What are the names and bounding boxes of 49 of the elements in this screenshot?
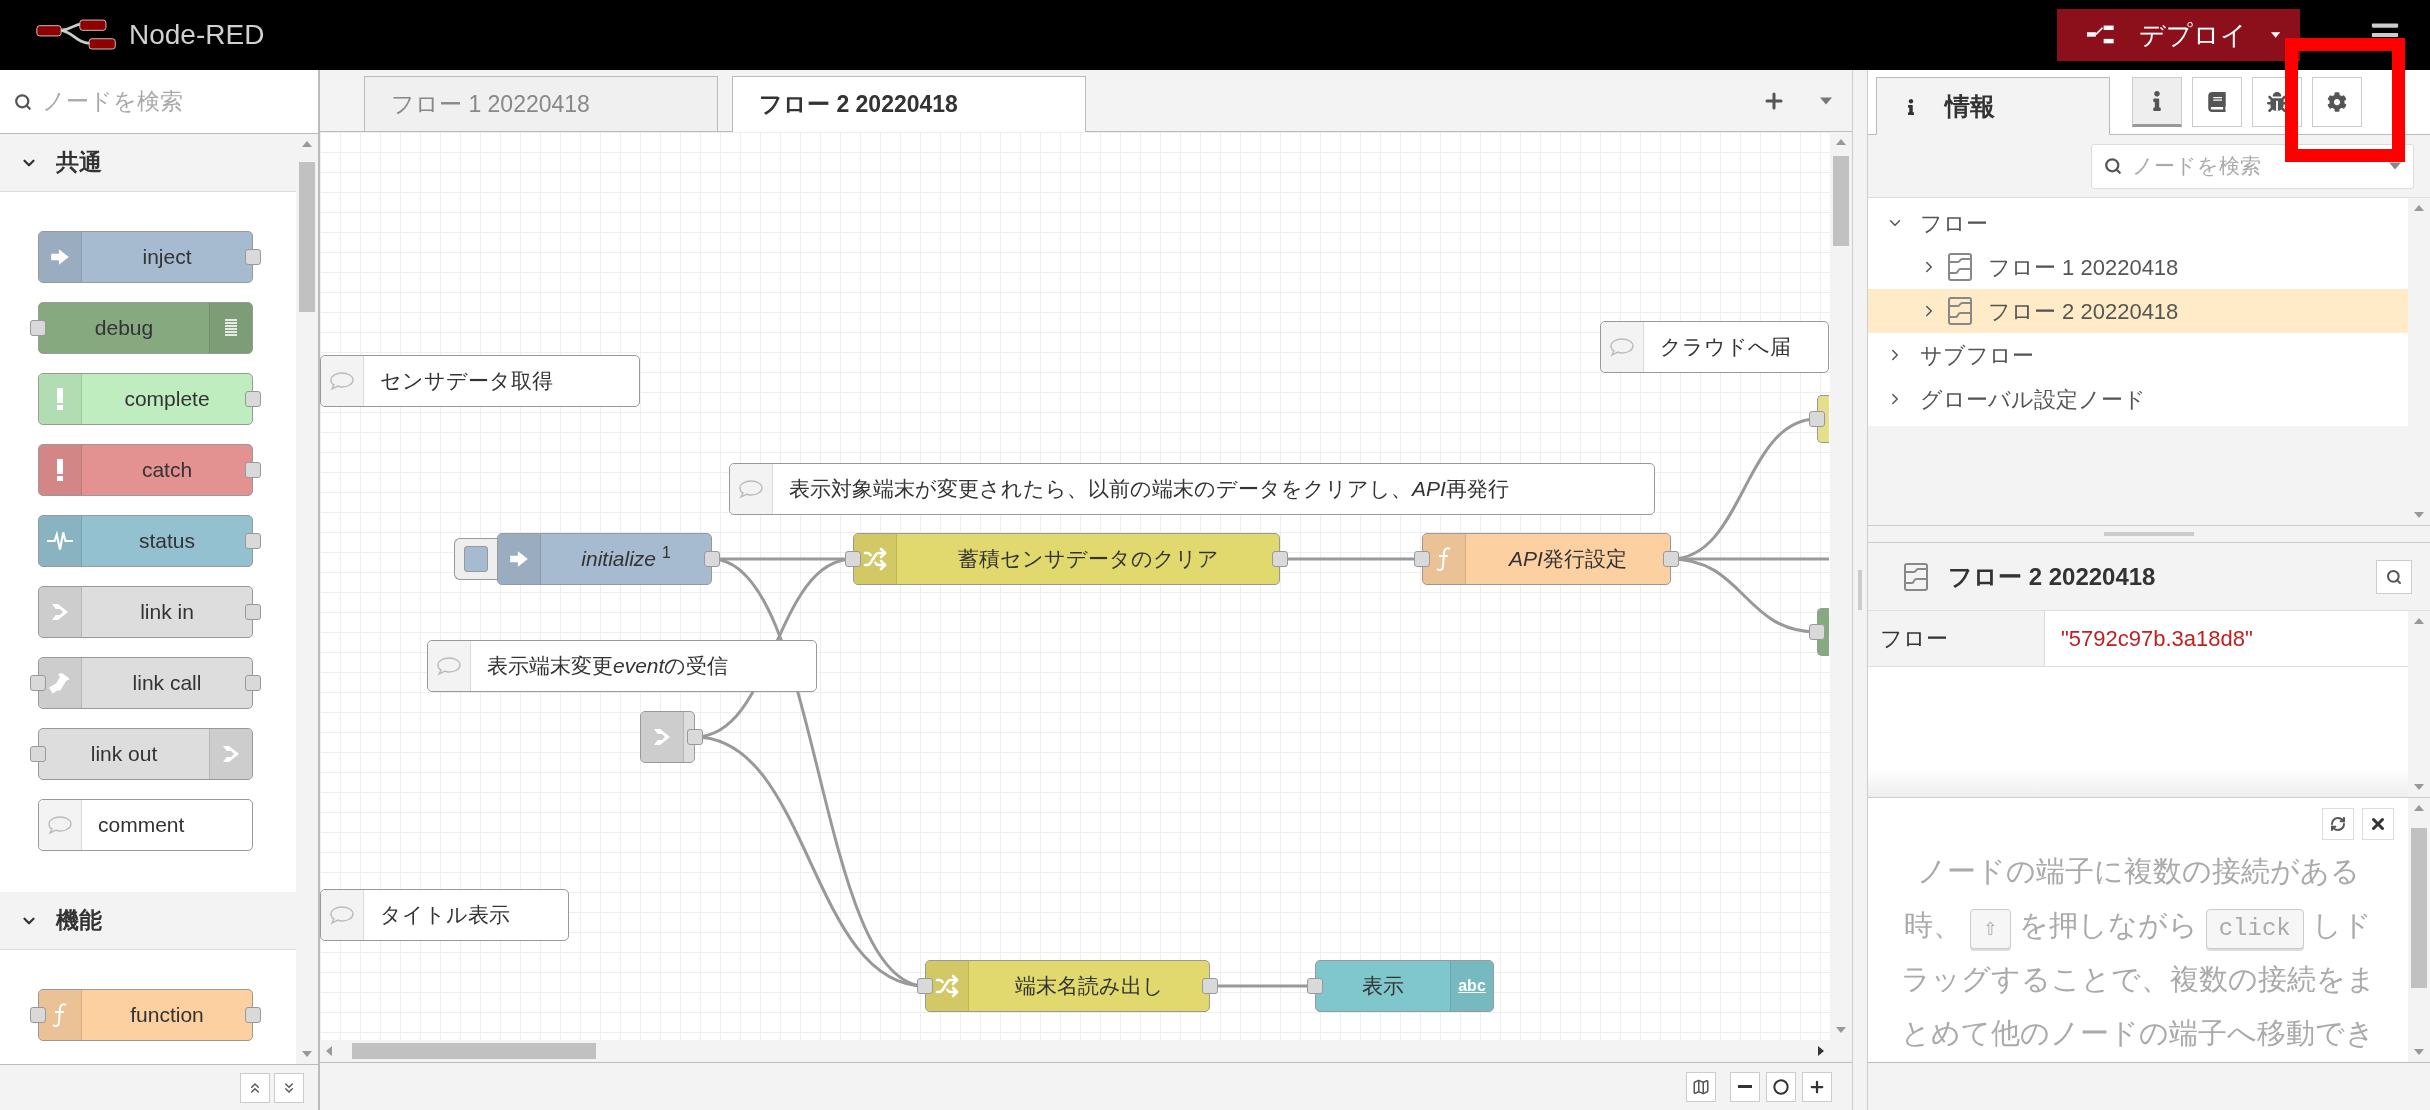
tree-item[interactable]: フロー 1 20220418 — [1868, 245, 2408, 289]
node-label: クラウドへ届 — [1659, 334, 1792, 361]
node-label: タイトル表示 — [379, 902, 511, 929]
tree-label: フロー 2 20220418 — [1988, 297, 2179, 326]
node-label: センサデータ取得 — [379, 368, 554, 395]
node-label: 蓄積センサデータのクリア — [956, 546, 1220, 573]
search-field[interactable]: ノードを検索 — [0, 70, 318, 134]
tree-label: フロー — [1920, 209, 1988, 238]
tree-item[interactable]: グローバル設定ノード — [1868, 377, 2408, 421]
comment-node[interactable]: タイトル表示 — [320, 889, 569, 941]
search-input[interactable]: ノードを検索 — [42, 84, 304, 119]
comment-node[interactable]: クラウドへ届 — [1600, 321, 1829, 373]
sidebar-tab[interactable]: 情報 — [1876, 77, 2110, 135]
comment-node[interactable]: 表示対象端末が変更されたら、以前の端末のデータをクリアし、API再発行 — [729, 463, 1655, 515]
node-label: link in — [139, 599, 195, 626]
tree-item[interactable]: フロー — [1868, 201, 2408, 245]
node-label: comment — [97, 812, 186, 839]
node-label: API発行設定 — [1507, 546, 1628, 573]
comment-node[interactable]: 表示端末変更eventの受信 — [427, 640, 817, 692]
node-label: inject — [141, 244, 193, 271]
node-label: 表示対象端末が変更されたら、以前の端末のデータをクリアし、API再発行 — [788, 476, 1510, 503]
flow-tab[interactable]: フロー 2 20220418 — [732, 76, 1086, 132]
node-label: debug — [93, 315, 155, 342]
node-label: complete — [123, 386, 211, 413]
property-key: フロー — [1868, 611, 2045, 666]
tree-label: グローバル設定ノード — [1920, 385, 2146, 414]
category-header[interactable]: 機能 — [0, 892, 296, 950]
tree-label: フロー 1 20220418 — [1988, 253, 2179, 282]
node-label: function — [129, 1002, 205, 1029]
tree-label: サブフロー — [1920, 341, 2034, 370]
node-label: link call — [131, 670, 203, 697]
node-label: link out — [89, 741, 159, 768]
category-header[interactable]: 共通 — [0, 134, 296, 192]
node-label: 端末名読み出し — [1013, 973, 1165, 1000]
help-tip: ノードの端子に複数の接続がある時、 ⇧ を押しながら click しドラッグすることで、複数の接続をまとめて他のノードの端子へ移動でき — [1899, 854, 2377, 1051]
deploy-button[interactable]: デプロイ — [2057, 9, 2300, 61]
node-label: status — [138, 528, 196, 555]
node-label: initialize $^{1}$ — [580, 543, 672, 573]
comment-node[interactable]: comment — [38, 799, 253, 851]
node-label: 表示端末変更eventの受信 — [486, 653, 730, 680]
node-label: catch — [140, 457, 194, 484]
tree-item[interactable]: サブフロー — [1868, 333, 2408, 377]
node-icon-text: abc — [1458, 976, 1486, 996]
node-label: 表示 — [1361, 973, 1405, 1000]
search-input[interactable]: ノードを検索 — [2132, 150, 2379, 182]
app-title: Node-RED — [129, 18, 265, 52]
property-value: "5792c97b.3a18d8" — [2060, 625, 2254, 653]
comment-node[interactable]: センサデータ取得 — [320, 355, 640, 407]
tree-item[interactable]: フロー 2 20220418 — [1868, 289, 2408, 333]
